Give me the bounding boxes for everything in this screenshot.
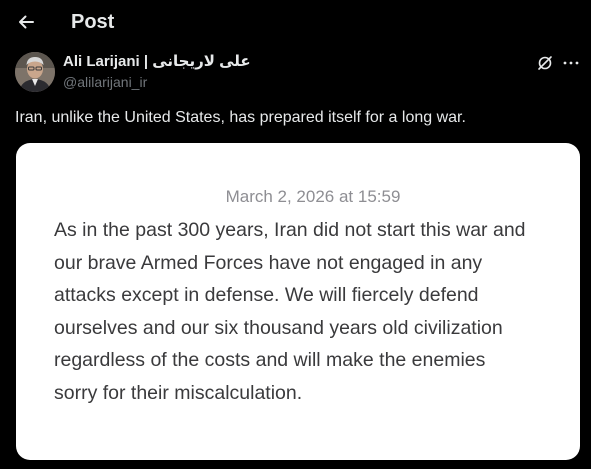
- avatar[interactable]: [15, 52, 55, 92]
- author-name[interactable]: Ali Larijani | علی لاریجانی: [63, 53, 251, 71]
- media-line: As in the past 300 years, Iran did not s…: [54, 219, 526, 241]
- grok-icon: [538, 56, 552, 70]
- more-icon: [563, 61, 579, 65]
- media-line: sorry for their miscalculation.: [54, 381, 303, 404]
- media-line: regardless of the costs and will make th…: [54, 349, 486, 371]
- media-line: ourselves and our six thousand years old…: [54, 316, 503, 339]
- arrow-left-icon: [19, 15, 34, 29]
- media-statement: As in the past 300 years, Iran did not s…: [54, 214, 574, 409]
- media-date: March 2, 2026 at 15:59: [225, 187, 401, 206]
- grok-button[interactable]: [534, 52, 556, 74]
- avatar-photo: [15, 52, 55, 92]
- post-text: Iran, unlike the United States, has prep…: [15, 109, 466, 126]
- page-title: Post: [71, 11, 115, 33]
- post-media-image[interactable]: March 2, 2026 at 15:59 As in the past 30…: [16, 143, 580, 460]
- more-button[interactable]: [560, 52, 582, 74]
- back-button[interactable]: [12, 8, 40, 36]
- author-handle[interactable]: @alilarijani_ir: [63, 74, 147, 91]
- media-line: our brave Armed Forces have not engaged …: [54, 251, 483, 274]
- top-bar: Post: [0, 0, 591, 44]
- media-line: attacks except in defense. We will fierc…: [54, 284, 479, 306]
